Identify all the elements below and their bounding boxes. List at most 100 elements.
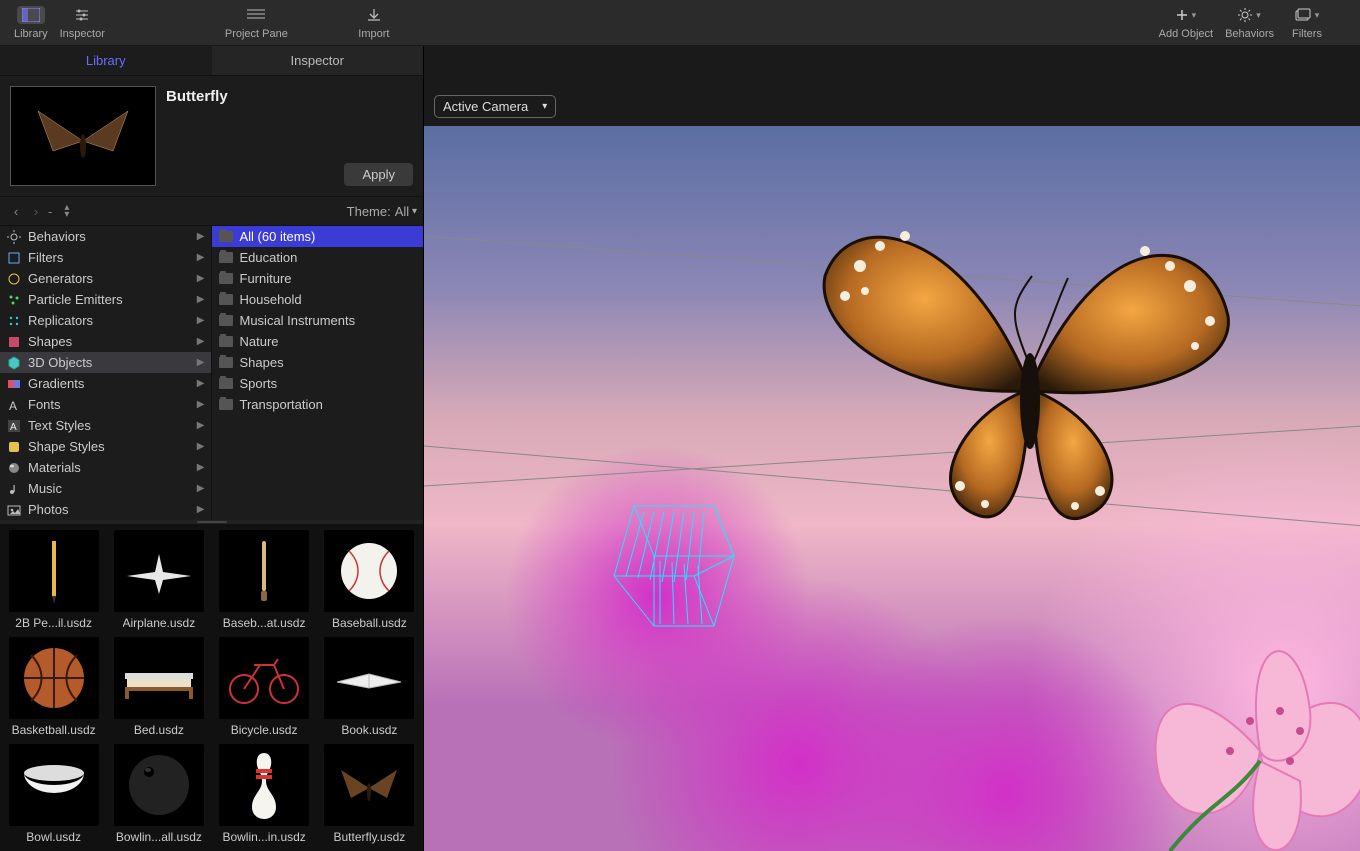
chevron-right-icon: ▶	[197, 336, 205, 347]
category-gradients[interactable]: Gradients▶	[0, 373, 211, 394]
add-object-button[interactable]: Add Object	[1153, 4, 1219, 40]
category-behaviors[interactable]: Behaviors▶	[0, 226, 211, 247]
category-filters[interactable]: Filters▶	[0, 247, 211, 268]
category-shapes[interactable]: Shapes▶	[0, 331, 211, 352]
folder-icon	[218, 250, 234, 266]
path-back[interactable]: ‹	[6, 204, 26, 219]
category-fonts[interactable]: A Fonts ▶	[0, 394, 211, 415]
subcategory-label: Education	[240, 250, 298, 265]
chevron-right-icon: ▶	[197, 420, 205, 431]
asset-pin[interactable]: Bowlin...in.usdz	[215, 744, 314, 845]
sidebar-tabs: Library Inspector	[0, 46, 423, 76]
path-stepper[interactable]: ▴▾	[64, 204, 69, 218]
apply-button[interactable]: Apply	[344, 163, 413, 186]
category-generators[interactable]: Generators▶	[0, 268, 211, 289]
tab-library[interactable]: Library	[0, 46, 212, 76]
photo-icon	[6, 502, 22, 518]
preview-thumbnail[interactable]	[10, 86, 156, 186]
asset-thumbnail	[9, 744, 99, 826]
splitter-handle[interactable]	[0, 520, 423, 524]
download-icon	[360, 6, 388, 24]
sliders-icon	[68, 6, 96, 24]
subcategory-sports[interactable]: Sports	[212, 373, 424, 394]
subcategory-furniture[interactable]: Furniture	[212, 268, 424, 289]
asset-bed[interactable]: Bed.usdz	[109, 637, 208, 738]
grad-icon	[6, 376, 22, 392]
folder-icon	[218, 292, 234, 308]
import-button[interactable]: Import	[352, 4, 396, 40]
asset-thumbnail	[114, 637, 204, 719]
category-column: Behaviors▶Filters▶Generators▶Particle Em…	[0, 226, 212, 520]
asset-label: Book.usdz	[341, 723, 397, 737]
canvas-toolbar: Active Camera ▾	[424, 46, 1360, 126]
asset-bball[interactable]: Bowlin...all.usdz	[109, 744, 208, 845]
category-3d-objects[interactable]: 3D Objects▶	[0, 352, 211, 373]
theme-value[interactable]: All	[395, 204, 409, 219]
category-particle-emitters[interactable]: Particle Emitters▶	[0, 289, 211, 310]
lily-flower	[1130, 611, 1360, 851]
asset-label: Bowlin...all.usdz	[116, 830, 202, 844]
import-label: Import	[358, 28, 389, 40]
filters-label: Filters	[1292, 28, 1322, 40]
subcategory-musical-instruments[interactable]: Musical Instruments	[212, 310, 424, 331]
canvas-viewport[interactable]	[424, 126, 1360, 851]
subcategory-shapes[interactable]: Shapes	[212, 352, 424, 373]
subcategory-transportation[interactable]: Transportation	[212, 394, 424, 415]
gear-icon	[1236, 6, 1264, 24]
subcategory-education[interactable]: Education	[212, 247, 424, 268]
asset-baseball[interactable]: Baseball.usdz	[320, 530, 419, 631]
asset-bike[interactable]: Bicycle.usdz	[215, 637, 314, 738]
subcategory-household[interactable]: Household	[212, 289, 424, 310]
asset-bowl[interactable]: Bowl.usdz	[4, 744, 103, 845]
butterfly-object[interactable]	[810, 186, 1240, 566]
asset-thumbnail	[9, 637, 99, 719]
category-shape-styles[interactable]: Shape Styles▶	[0, 436, 211, 457]
app-toolbar: Library Inspector Project Pane Import	[0, 0, 1360, 46]
chevron-right-icon: ▶	[197, 231, 205, 242]
asset-bat[interactable]: Baseb...at.usdz	[215, 530, 314, 631]
svg-text:A: A	[9, 399, 17, 412]
asset-label: Baseb...at.usdz	[223, 616, 306, 630]
library-toggle-label: Library	[14, 28, 48, 40]
subcategory-nature[interactable]: Nature	[212, 331, 424, 352]
chevron-right-icon: ▶	[197, 273, 205, 284]
tab-inspector[interactable]: Inspector	[212, 46, 424, 76]
asset-thumbnail	[219, 637, 309, 719]
behaviors-button[interactable]: Behaviors	[1219, 4, 1280, 40]
category-text-styles[interactable]: A Text Styles ▶	[0, 415, 211, 436]
category-label: Fonts	[28, 397, 61, 412]
theme-label: Theme:	[347, 204, 391, 219]
category-materials[interactable]: Materials▶	[0, 457, 211, 478]
shape-icon	[6, 334, 22, 350]
chevron-down-icon[interactable]: ▾	[409, 206, 417, 217]
project-pane-button[interactable]: Project Pane	[219, 4, 294, 40]
preview-title: Butterfly	[166, 88, 413, 105]
category-replicators[interactable]: Replicators▶	[0, 310, 211, 331]
folder-icon	[218, 376, 234, 392]
asset-butterfly[interactable]: Butterfly.usdz	[320, 744, 419, 845]
asset-thumbnail	[114, 530, 204, 612]
asset-pencil[interactable]: 2B Pe...il.usdz	[4, 530, 103, 631]
asset-book[interactable]: Book.usdz	[320, 637, 419, 738]
asset-basketball[interactable]: Basketball.usdz	[4, 637, 103, 738]
asset-airplane[interactable]: Airplane.usdz	[109, 530, 208, 631]
toolbar-group-center2: Import	[352, 4, 396, 40]
category-music[interactable]: Music▶	[0, 478, 211, 499]
camera-select[interactable]: Active Camera ▾	[434, 95, 556, 118]
chevron-right-icon: ▶	[197, 441, 205, 452]
chevron-right-icon: ▶	[197, 252, 205, 263]
library-toggle[interactable]: Library	[8, 4, 54, 40]
asset-thumbnail	[219, 530, 309, 612]
path-forward[interactable]: ›	[26, 204, 46, 219]
category-photos[interactable]: Photos▶	[0, 499, 211, 520]
camera-gizmo	[594, 496, 774, 646]
tstyle-icon: A	[6, 418, 22, 434]
chevron-right-icon: ▶	[197, 378, 205, 389]
chevron-right-icon: ▶	[197, 399, 205, 410]
subcategory-all-60-items-[interactable]: All (60 items)	[212, 226, 424, 247]
filters-button[interactable]: Filters	[1280, 4, 1334, 40]
inspector-toggle[interactable]: Inspector	[54, 4, 111, 40]
asset-thumbnail	[324, 530, 414, 612]
category-label: Text Styles	[28, 418, 91, 433]
subcategory-label: Furniture	[240, 271, 292, 286]
